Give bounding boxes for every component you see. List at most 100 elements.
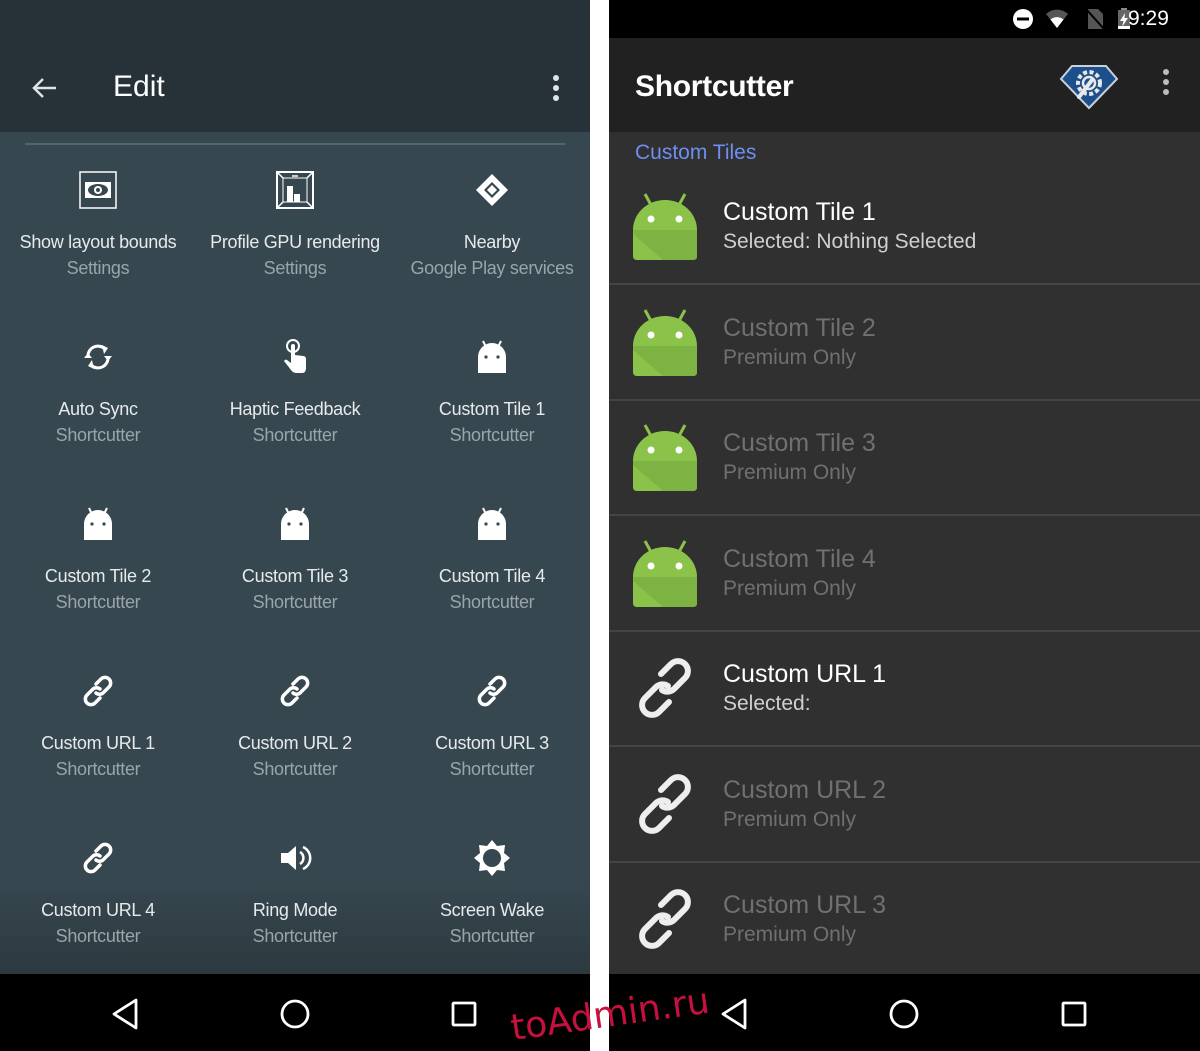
tile-source: Shortcutter [55, 425, 141, 445]
tile-profile-gpu-rendering[interactable]: Profile GPU rendering Settings [197, 160, 393, 310]
tile-source: Shortcutter [252, 592, 338, 612]
app-bar: Edit [0, 0, 590, 132]
app-bar: Shortcutter [609, 38, 1200, 132]
android-icon [275, 504, 315, 544]
tile-source: Google Play services [410, 258, 574, 278]
android-icon [472, 337, 512, 377]
volume-icon [281, 845, 312, 871]
item-subtitle: Selected: [723, 692, 811, 715]
status-time: 9:29 [1128, 7, 1169, 30]
tile-name: Haptic Feedback [229, 399, 361, 419]
tile-name: Auto Sync [58, 399, 138, 419]
tile-source: Shortcutter [55, 592, 141, 612]
shortcutter-logo-icon[interactable] [1059, 64, 1119, 110]
more-vert-icon[interactable] [1154, 66, 1178, 98]
tile-source: Shortcutter [55, 759, 141, 779]
tile-source: Shortcutter [252, 926, 338, 946]
item-subtitle: Premium Only [723, 461, 857, 484]
tile-show-layout-bounds[interactable]: Show layout bounds Settings [0, 160, 196, 310]
list-item-custom-url-1[interactable]: Custom URL 1 Selected: [609, 630, 1200, 747]
tile-custom-tile-2[interactable]: Custom Tile 2 Shortcutter [0, 494, 196, 644]
tile-name: Ring Mode [252, 900, 338, 920]
tile-haptic-feedback[interactable]: Haptic Feedback Shortcutter [197, 327, 393, 477]
item-title: Custom Tile 4 [723, 545, 876, 573]
tile-name: Show layout bounds [19, 232, 177, 252]
item-subtitle: Premium Only [723, 577, 857, 600]
quick-settings-edit-screen: Edit Show layout bounds Settings Profile… [0, 0, 590, 1051]
tile-source: Shortcutter [55, 926, 141, 946]
touch-icon [284, 339, 306, 373]
android-icon [629, 537, 701, 609]
tile-custom-tile-1[interactable]: Custom Tile 1 Shortcutter [394, 327, 590, 477]
list-item-custom-tile-3[interactable]: Custom Tile 3 Premium Only [609, 399, 1200, 516]
divider [25, 143, 565, 145]
tile-nearby[interactable]: Nearby Google Play services [394, 160, 590, 310]
list-item-custom-url-2[interactable]: Custom URL 2 Premium Only [609, 746, 1200, 863]
brightness-icon [474, 840, 510, 876]
tile-custom-tile-3[interactable]: Custom Tile 3 Shortcutter [197, 494, 393, 644]
android-icon [629, 421, 701, 493]
link-icon [275, 671, 315, 711]
nav-recents-icon[interactable] [444, 994, 484, 1034]
list-item-custom-tile-1[interactable]: Custom Tile 1 Selected: Nothing Selected [609, 168, 1200, 285]
nearby-diamond-icon [476, 174, 508, 206]
layout-bounds-icon [79, 171, 117, 209]
tile-custom-url-3[interactable]: Custom URL 3 Shortcutter [394, 661, 590, 811]
list-item-custom-url-3[interactable]: Custom URL 3 Premium Only [609, 861, 1200, 976]
tile-source: Settings [66, 258, 130, 278]
android-icon [78, 504, 118, 544]
arrow-back-icon[interactable] [28, 72, 60, 104]
tile-custom-url-2[interactable]: Custom URL 2 Shortcutter [197, 661, 393, 811]
app-title: Shortcutter [635, 70, 794, 103]
tile-source: Settings [263, 258, 327, 278]
link-icon [629, 883, 701, 955]
shortcutter-screen: 9:29 Shortcutter Custom Tiles Custom Til… [609, 0, 1200, 1051]
list-item-custom-tile-2[interactable]: Custom Tile 2 Premium Only [609, 284, 1200, 401]
tile-name: Custom Tile 1 [438, 399, 546, 419]
status-bar: 9:29 [609, 0, 1200, 38]
item-title: Custom Tile 2 [723, 314, 876, 342]
nav-home-icon[interactable] [275, 994, 315, 1034]
link-icon [629, 652, 701, 724]
tile-name: Nearby [463, 232, 521, 252]
tile-source: Shortcutter [252, 759, 338, 779]
item-subtitle: Premium Only [723, 923, 857, 946]
wifi-icon [1046, 9, 1068, 28]
tile-source: Shortcutter [252, 425, 338, 445]
tile-name: Custom Tile 3 [241, 566, 349, 586]
tile-custom-url-4[interactable]: Custom URL 4 Shortcutter [0, 828, 196, 978]
tile-name: Custom URL 4 [41, 900, 155, 920]
item-subtitle: Selected: Nothing Selected [723, 230, 977, 253]
section-header: Custom Tiles [635, 141, 757, 164]
page-title: Edit [113, 70, 165, 103]
gpu-profile-icon [276, 171, 314, 209]
item-title: Custom Tile 3 [723, 429, 876, 457]
item-title: Custom URL 2 [723, 776, 887, 804]
tile-source: Shortcutter [449, 425, 535, 445]
nav-home-icon[interactable] [884, 994, 924, 1034]
android-icon [472, 504, 512, 544]
tile-source: Shortcutter [449, 926, 535, 946]
nav-back-icon[interactable] [715, 994, 755, 1034]
list-item-custom-tile-4[interactable]: Custom Tile 4 Premium Only [609, 515, 1200, 632]
tile-source: Shortcutter [449, 592, 535, 612]
more-vert-icon[interactable] [544, 72, 568, 104]
item-title: Custom Tile 1 [723, 198, 876, 226]
item-title: Custom URL 1 [723, 660, 887, 688]
tile-name: Screen Wake [439, 900, 545, 920]
tile-custom-url-1[interactable]: Custom URL 1 Shortcutter [0, 661, 196, 811]
android-icon [629, 306, 701, 378]
sync-icon [84, 344, 112, 370]
item-subtitle: Premium Only [723, 808, 857, 831]
nav-recents-icon[interactable] [1054, 994, 1094, 1034]
tile-name: Custom URL 2 [238, 733, 352, 753]
nav-back-icon[interactable] [106, 994, 146, 1034]
no-sim-icon [1085, 8, 1105, 30]
do-not-disturb-icon [1013, 9, 1033, 29]
tile-ring-mode[interactable]: Ring Mode Shortcutter [197, 828, 393, 978]
tile-auto-sync[interactable]: Auto Sync Shortcutter [0, 327, 196, 477]
tile-custom-tile-4[interactable]: Custom Tile 4 Shortcutter [394, 494, 590, 644]
link-icon [472, 671, 512, 711]
navigation-bar [0, 974, 590, 1051]
tile-screen-wake[interactable]: Screen Wake Shortcutter [394, 828, 590, 978]
